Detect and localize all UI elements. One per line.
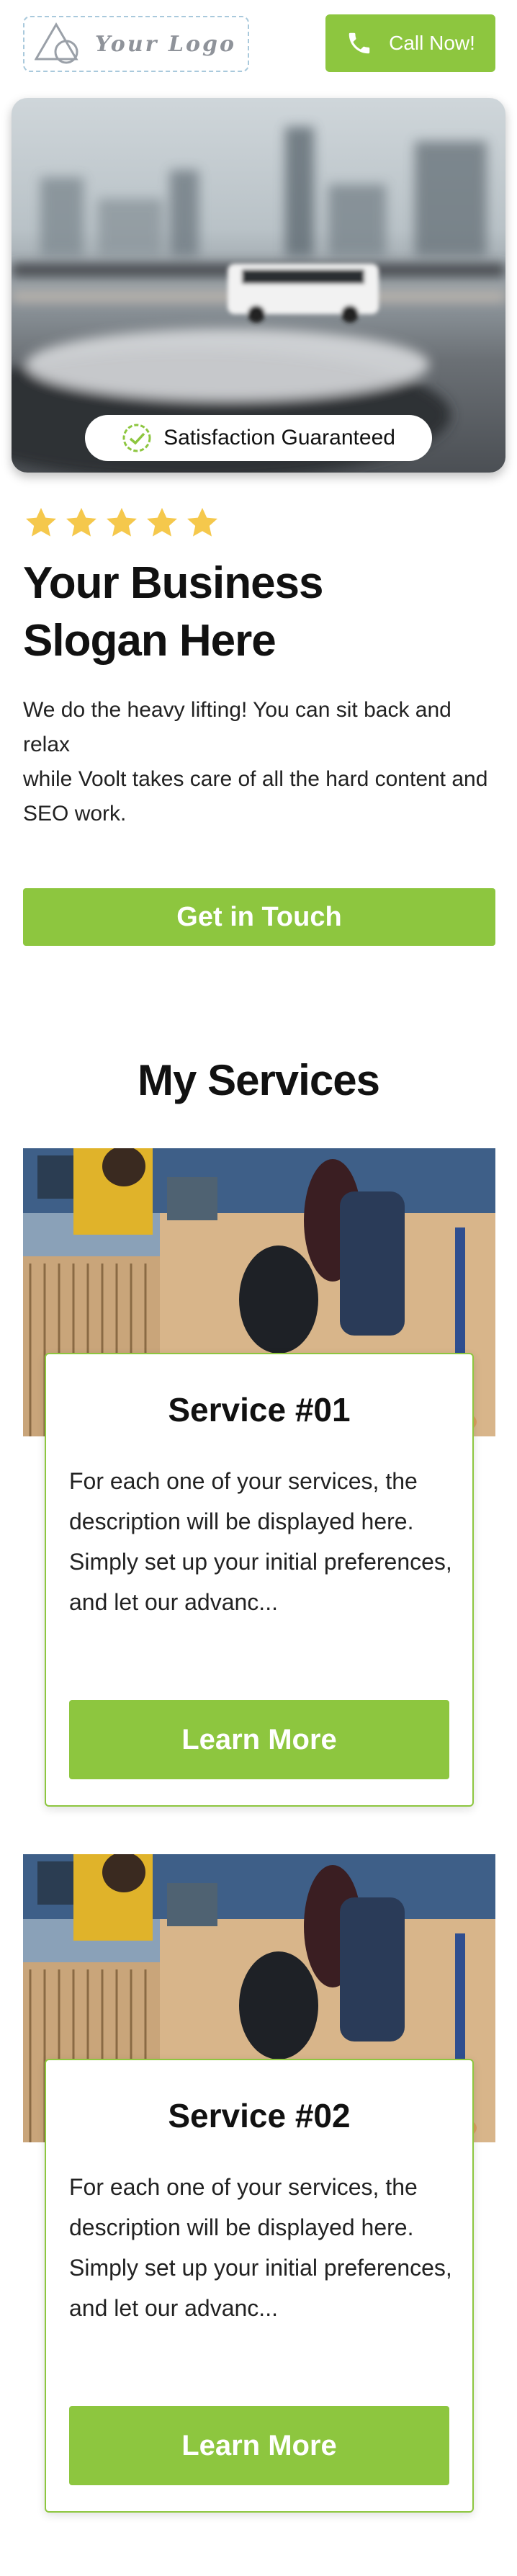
logo[interactable]: Your Logo bbox=[23, 16, 249, 72]
service-description: For each one of your services, the descr… bbox=[69, 1468, 452, 1615]
services-heading: My Services bbox=[138, 1056, 380, 1104]
rating-stars bbox=[23, 506, 220, 540]
hero-image: Satisfaction Guaranteed bbox=[12, 98, 505, 473]
logo-text: Your Logo bbox=[95, 31, 236, 57]
check-circle-icon bbox=[122, 424, 151, 452]
service-title: Service #01 bbox=[168, 1391, 351, 1428]
learn-more-button[interactable]: Learn More bbox=[69, 2406, 449, 2485]
service-title: Service #02 bbox=[168, 2097, 351, 2134]
page-title: Your Business Slogan Here bbox=[23, 558, 324, 666]
call-now-label: Call Now! bbox=[389, 32, 475, 54]
intro-line-1: We do the heavy lifting! You can sit bac… bbox=[23, 698, 451, 756]
star-icon bbox=[147, 508, 177, 537]
star-icon bbox=[187, 508, 217, 537]
logo-triangle-icon bbox=[35, 22, 78, 64]
star-icon bbox=[26, 508, 56, 537]
service-details: Service #02 For each one of your service… bbox=[45, 2059, 474, 2513]
phone-icon bbox=[349, 32, 370, 54]
service-description: For each one of your services, the descr… bbox=[69, 2174, 452, 2321]
learn-more-button[interactable]: Learn More bbox=[69, 1700, 449, 1779]
header: Your Logo Call Now! bbox=[0, 0, 517, 86]
badge-text: Satisfaction Guaranteed bbox=[163, 426, 395, 450]
get-in-touch-button[interactable]: Get in Touch bbox=[23, 888, 495, 946]
intro-line-2: while Voolt takes care of all the hard c… bbox=[23, 767, 488, 826]
star-icon bbox=[107, 508, 137, 537]
intro-text: We do the heavy lifting! You can sit bac… bbox=[23, 693, 498, 831]
service-card: Service #02 For each one of your service… bbox=[23, 1854, 495, 2517]
service-details: Service #01 For each one of your service… bbox=[45, 1353, 474, 1807]
star-icon bbox=[66, 508, 96, 537]
service-card: Service #01 For each one of your service… bbox=[23, 1148, 495, 1811]
call-now-button[interactable]: Call Now! bbox=[325, 14, 495, 72]
satisfaction-badge: Satisfaction Guaranteed bbox=[85, 415, 432, 461]
